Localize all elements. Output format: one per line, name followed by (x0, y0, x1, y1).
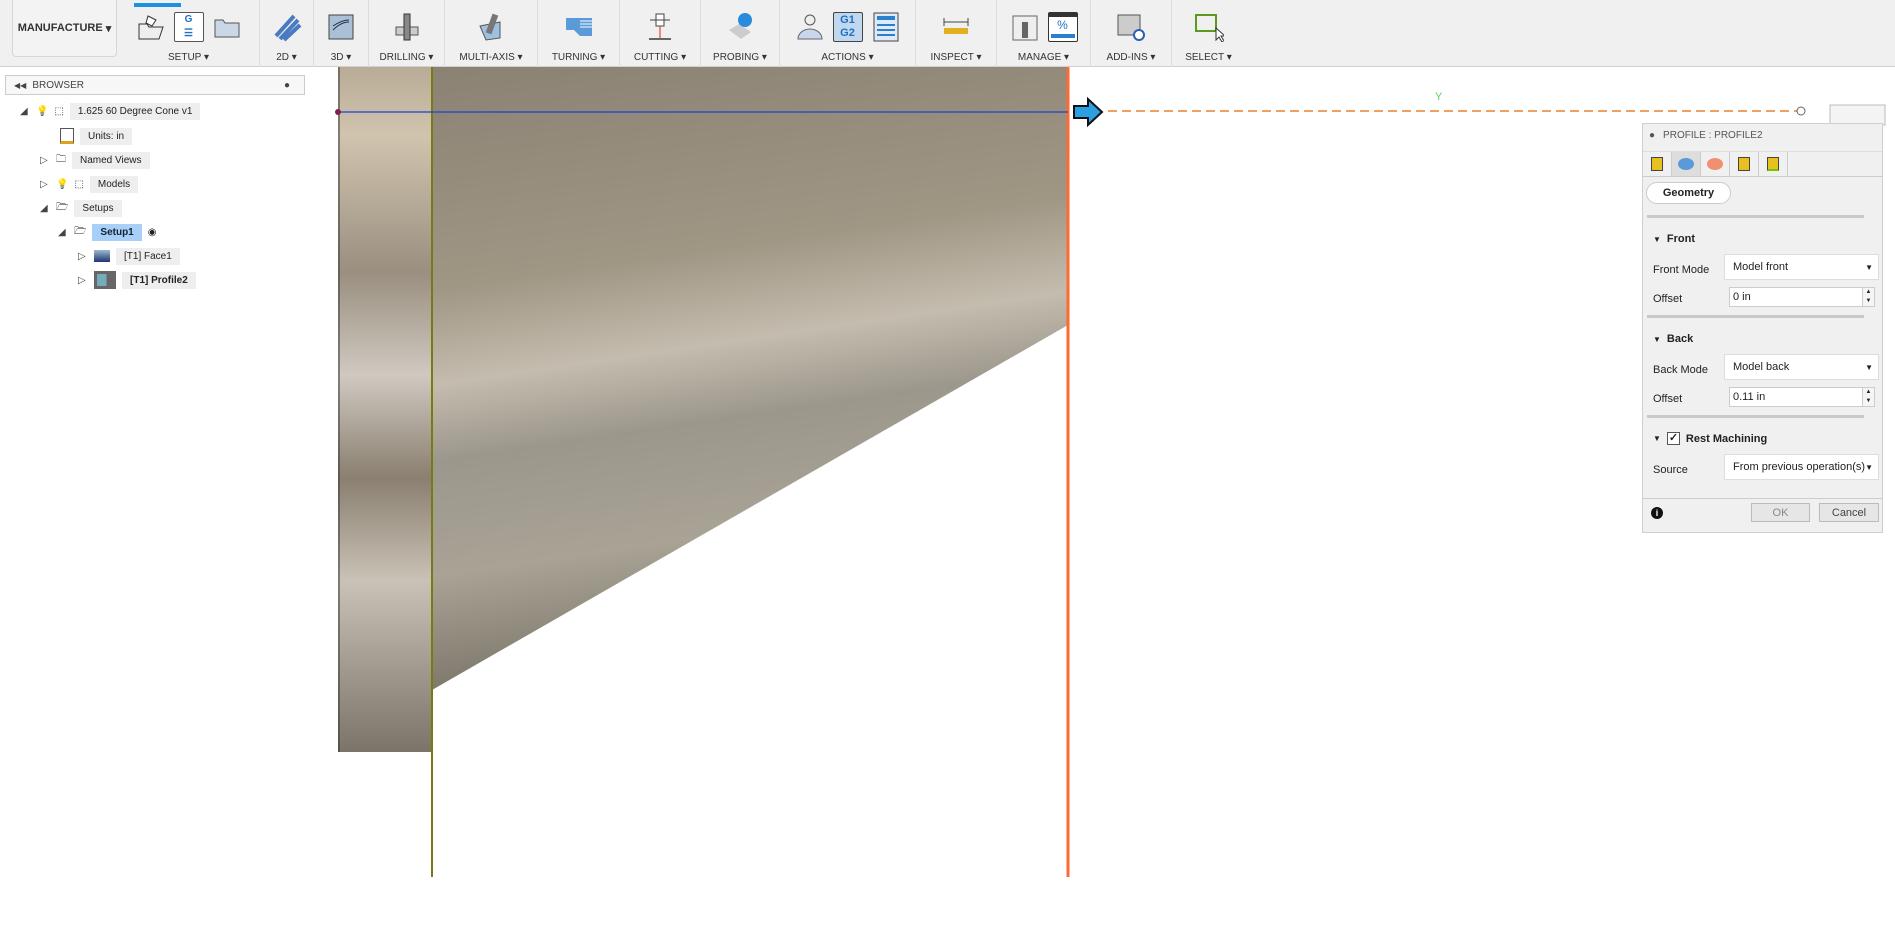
2d-group[interactable]: 2D ▾ (260, 0, 314, 67)
nc-program-icon[interactable]: G ☰ (173, 12, 204, 42)
3d-adaptive-icon[interactable] (326, 12, 356, 42)
offset-spinner[interactable]: ▲ ▼ (1862, 388, 1874, 406)
tab-heights[interactable] (1701, 152, 1730, 176)
drilling-group[interactable]: DRILLING ▾ (369, 0, 445, 67)
view-cube[interactable] (1829, 104, 1886, 126)
cancel-button[interactable]: Cancel (1819, 503, 1879, 522)
back-offset-input[interactable]: 0.11 in ▲ ▼ (1729, 387, 1875, 407)
3d-viewport[interactable]: Y (0, 67, 1895, 944)
chevron-down-icon: ▼ (1865, 362, 1873, 372)
rest-machining-section-header[interactable]: ▼ ✓ Rest Machining (1653, 432, 1767, 445)
collapse-triangle-icon[interactable]: ▼ (1653, 235, 1661, 244)
front-section-header[interactable]: ▼ Front (1653, 233, 1695, 245)
source-select[interactable]: From previous operation(s) ▼ (1724, 454, 1879, 480)
manage-group[interactable]: % MANAGE ▾ (997, 0, 1091, 67)
probing-group[interactable]: PROBING ▾ (701, 0, 780, 67)
multi-axis-group[interactable]: MULTI-AXIS ▾ (445, 0, 538, 67)
tool-library-icon[interactable] (1010, 12, 1040, 42)
cutting-group[interactable]: CUTTING ▾ (620, 0, 701, 67)
rest-machining-checkbox[interactable]: ✓ (1666, 432, 1680, 445)
front-offset-input[interactable]: 0 in ▲ ▼ (1729, 287, 1875, 307)
toolbar: MANUFACTURE ▾ G ☰ SETUP ▾ 2D ▾ 3D ▾ DRILL… (0, 0, 1895, 67)
toolpath-start-arrow-icon (1073, 96, 1104, 128)
turning-group[interactable]: TURNING ▾ (538, 0, 620, 67)
post-process-icon[interactable]: G1 G2 (832, 12, 863, 42)
multi-axis-icon[interactable] (476, 12, 506, 42)
profile-dialog: ● PROFILE : PROFILE2 Geometry ▼ Front Fro… (1642, 123, 1883, 533)
offset-spinner[interactable]: ▲ ▼ (1862, 288, 1874, 306)
chevron-down-icon: ▼ (1865, 462, 1873, 472)
actions-group[interactable]: G1 G2 ACTIONS ▾ (780, 0, 916, 67)
chevron-down-icon: ▼ (1865, 262, 1873, 272)
setup-group[interactable]: G ☰ SETUP ▾ (118, 0, 260, 67)
dialog-collapse-icon[interactable]: ● (1649, 130, 1655, 141)
setup-sheet-folder-icon[interactable] (212, 12, 242, 42)
setup-sheet-icon[interactable] (871, 12, 901, 42)
back-mode-select[interactable]: Model back ▼ (1724, 354, 1879, 380)
inspect-group[interactable]: INSPECT ▾ (916, 0, 997, 67)
collapse-triangle-icon[interactable]: ▼ (1653, 434, 1661, 443)
stock-face (338, 67, 432, 752)
turning-profile-icon[interactable] (564, 12, 594, 42)
geometry-tab-label[interactable]: Geometry (1646, 182, 1731, 204)
tab-tool[interactable] (1643, 152, 1672, 176)
cone-model (432, 67, 1068, 690)
probing-icon[interactable] (725, 12, 755, 42)
select-icon[interactable] (1194, 12, 1224, 42)
measure-icon[interactable] (941, 12, 971, 42)
scripts-addins-icon[interactable] (1116, 12, 1146, 42)
front-mode-select[interactable]: Model front ▼ (1724, 254, 1879, 280)
select-group[interactable]: SELECT ▾ (1172, 0, 1245, 67)
workspace-switcher[interactable]: MANUFACTURE ▾ (12, 0, 117, 57)
drill-icon[interactable] (392, 12, 422, 42)
tab-linking[interactable] (1759, 152, 1788, 176)
ok-button[interactable]: OK (1751, 503, 1810, 522)
collapse-triangle-icon[interactable]: ▼ (1653, 335, 1661, 344)
cutting-icon[interactable] (645, 12, 675, 42)
back-section-header[interactable]: ▼ Back (1653, 333, 1693, 345)
tab-passes[interactable] (1730, 152, 1759, 176)
axis-y-label: Y (1435, 91, 1443, 103)
add-ins-group[interactable]: ADD-INS ▾ (1091, 0, 1172, 67)
2d-adaptive-icon[interactable] (272, 12, 302, 42)
3d-group[interactable]: 3D ▾ (314, 0, 369, 67)
info-icon[interactable]: i (1651, 507, 1663, 519)
simulate-icon[interactable] (795, 12, 825, 42)
task-manager-icon[interactable]: % (1047, 12, 1078, 42)
tab-geometry[interactable] (1672, 152, 1701, 176)
new-setup-icon[interactable] (136, 12, 166, 42)
